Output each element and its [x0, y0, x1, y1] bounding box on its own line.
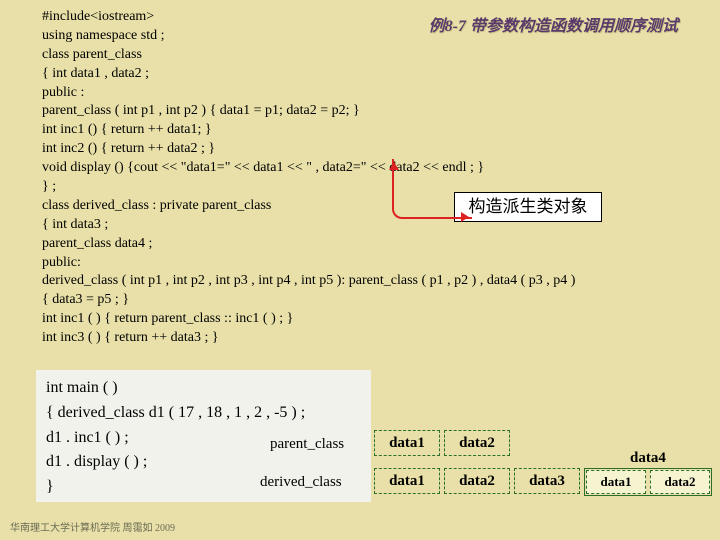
cell-parent-data2: data2	[444, 430, 510, 456]
cell-derived-data1: data1	[374, 468, 440, 494]
cell-data4-inner2: data2	[650, 470, 710, 494]
cell-data4-inner1: data1	[586, 470, 646, 494]
main-line: int main ( )	[46, 376, 361, 401]
row-label-parent: parent_class	[270, 436, 344, 453]
main-line: d1 . display ( ) ;	[46, 450, 361, 475]
cell-derived-data3: data3	[514, 468, 580, 494]
cell-parent-data1: data1	[374, 430, 440, 456]
code-block: #include<iostream> using namespace std ;…	[42, 8, 682, 348]
code-line: public :	[42, 84, 682, 103]
code-line: void display () {cout << "data1=" << dat…	[42, 159, 682, 178]
code-line: public:	[42, 254, 682, 273]
code-line: int inc2 () { return ++ data2 ; }	[42, 140, 682, 159]
cell-derived-data2: data2	[444, 468, 510, 494]
code-line: int inc3 ( ) { return ++ data3 ; }	[42, 329, 682, 348]
code-line: { int data1 , data2 ;	[42, 65, 682, 84]
row-label-derived: derived_class	[260, 474, 342, 491]
code-line: { data3 = p5 ; }	[42, 291, 682, 310]
code-line: class parent_class	[42, 46, 682, 65]
code-line: #include<iostream>	[42, 8, 682, 27]
main-line: { derived_class d1 ( 17 , 18 , 1 , 2 , -…	[46, 401, 361, 426]
code-line: using namespace std ;	[42, 27, 682, 46]
cell-data4-label: data4	[630, 450, 666, 467]
code-line: parent_class data4 ;	[42, 235, 682, 254]
code-line: parent_class ( int p1 , int p2 ) { data1…	[42, 102, 682, 121]
code-line: int inc1 () { return ++ data1; }	[42, 121, 682, 140]
footer-credit: 华南理工大学计算机学院 周霭如 2009	[10, 519, 175, 534]
code-line: derived_class ( int p1 , int p2 , int p3…	[42, 272, 682, 291]
annotation-callout: 构造派生类对象	[454, 192, 602, 222]
code-line: int inc1 ( ) { return parent_class :: in…	[42, 310, 682, 329]
